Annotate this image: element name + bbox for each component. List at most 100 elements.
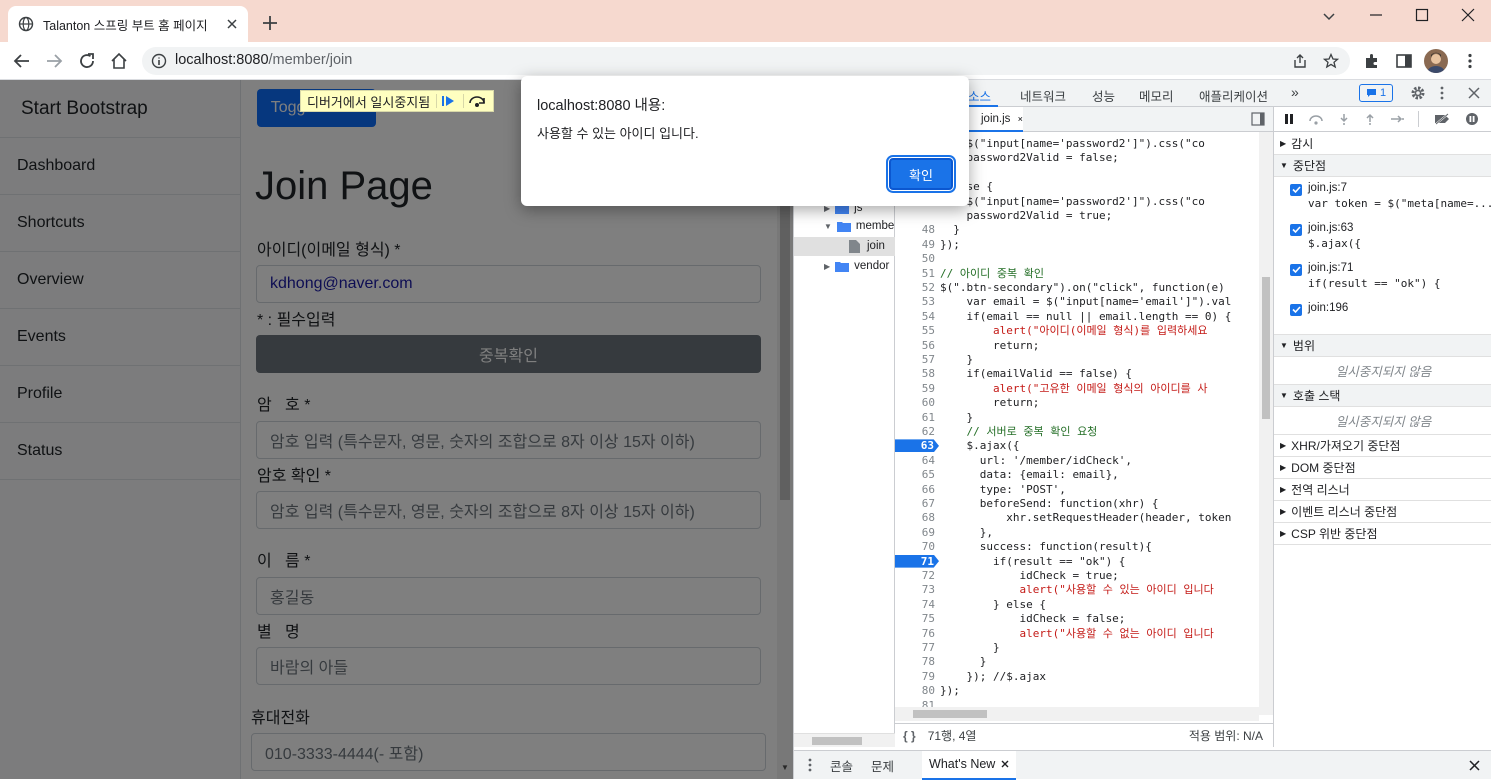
line-number[interactable]: 70: [895, 540, 935, 554]
breakpoint-item[interactable]: join.js:7 var token = $("meta[name=...: [1290, 182, 1491, 210]
step-over-icon[interactable]: [463, 94, 486, 108]
section-event-listener-breakpoints[interactable]: ▶ 이벤트 리스너 중단점: [1274, 501, 1491, 523]
close-window-icon[interactable]: [1461, 8, 1475, 22]
section-call-stack[interactable]: ▼ 호출 스택: [1274, 385, 1491, 407]
line-number[interactable]: 48: [895, 223, 935, 237]
line-number[interactable]: 54: [895, 310, 935, 324]
checkbox-checked-icon[interactable]: [1290, 303, 1302, 316]
bookmark-star-icon[interactable]: [1323, 53, 1339, 69]
tab-performance[interactable]: 성능: [1092, 86, 1115, 105]
line-number[interactable]: 65: [895, 468, 935, 482]
line-number[interactable]: 49: [895, 238, 935, 252]
line-number[interactable]: 67: [895, 497, 935, 511]
close-file-tab-icon[interactable]: [1018, 115, 1023, 123]
breakpoint-item[interactable]: join.js:63 $.ajax({: [1290, 222, 1361, 250]
section-breakpoints[interactable]: ▼ 중단점: [1274, 155, 1491, 177]
toggle-debugger-icon[interactable]: [1251, 112, 1265, 126]
pause-on-exceptions-icon[interactable]: [1465, 112, 1479, 126]
line-number[interactable]: 55: [895, 324, 935, 338]
tree-item-join-selected[interactable]: join: [794, 237, 895, 256]
pause-icon[interactable]: [1284, 113, 1294, 125]
line-number[interactable]: 77: [895, 641, 935, 655]
line-number[interactable]: 64: [895, 454, 935, 468]
checkbox-checked-icon[interactable]: [1290, 263, 1302, 276]
breakpoint-item[interactable]: join:196: [1290, 302, 1348, 317]
drawer-tab-whats-new[interactable]: What's New: [922, 750, 1017, 780]
checkbox-checked-icon[interactable]: [1290, 223, 1302, 236]
extensions-icon[interactable]: [1358, 47, 1386, 75]
pretty-print-icon[interactable]: { }: [903, 729, 916, 743]
line-number[interactable]: 62: [895, 425, 935, 439]
step-over-icon[interactable]: [1308, 113, 1324, 125]
section-dom-breakpoints[interactable]: ▶ DOM 중단점: [1274, 457, 1491, 479]
step-icon[interactable]: [1390, 113, 1404, 125]
line-number[interactable]: 78: [895, 655, 935, 669]
dialog-ok-button[interactable]: 확인: [886, 155, 956, 193]
section-watch[interactable]: ▶ 감시: [1274, 133, 1491, 155]
new-tab-icon[interactable]: [262, 15, 278, 31]
close-drawer-tab-icon[interactable]: [1001, 760, 1009, 768]
deactivate-breakpoints-icon[interactable]: [1433, 113, 1451, 125]
tab-network[interactable]: 네트워크: [1020, 86, 1066, 105]
profile-avatar[interactable]: [1424, 49, 1448, 73]
line-number[interactable]: 58: [895, 367, 935, 381]
maximize-icon[interactable]: [1415, 8, 1429, 22]
section-xhr-breakpoints[interactable]: ▶ XHR/가져오기 중단점: [1274, 435, 1491, 457]
breakpoint-marker[interactable]: 63: [895, 439, 939, 453]
line-number[interactable]: 76: [895, 627, 935, 641]
line-number[interactable]: 80: [895, 684, 935, 698]
address-bar[interactable]: localhost:8080/member/join: [142, 47, 1350, 75]
tab-application[interactable]: 애플리케이션: [1199, 86, 1268, 105]
checkbox-checked-icon[interactable]: [1290, 183, 1302, 196]
info-icon[interactable]: [151, 53, 167, 69]
drawer-tab-issues[interactable]: 문제: [871, 756, 894, 775]
drawer-tab-console[interactable]: 콘솔: [830, 756, 853, 775]
resume-icon[interactable]: [436, 94, 457, 108]
browser-tab[interactable]: Talanton 스프링 부트 홈 페이지: [8, 6, 248, 42]
editor-hscrollbar[interactable]: [895, 707, 1259, 721]
line-number[interactable]: 73: [895, 583, 935, 597]
navigator-hscrollbar[interactable]: [794, 733, 895, 747]
forward-icon[interactable]: [40, 47, 68, 75]
section-csp-breakpoints[interactable]: ▶ CSP 위반 중단점: [1274, 523, 1491, 545]
close-devtools-icon[interactable]: [1468, 87, 1480, 99]
line-number[interactable]: 59: [895, 382, 935, 396]
step-into-icon[interactable]: [1338, 113, 1350, 125]
breakpoint-item[interactable]: join.js:71 if(result == "ok") {: [1290, 262, 1440, 290]
code-lines[interactable]: $("input[name='password2']").css("co pas…: [895, 137, 1263, 713]
line-number[interactable]: 57: [895, 353, 935, 367]
chevron-down-icon[interactable]: [1322, 9, 1336, 23]
devtools-menu-icon[interactable]: [1439, 85, 1445, 101]
drawer-menu-icon[interactable]: [808, 758, 812, 772]
line-number[interactable]: 68: [895, 511, 935, 525]
line-number[interactable]: 56: [895, 339, 935, 353]
editor-vscrollbar[interactable]: [1259, 132, 1273, 715]
step-out-icon[interactable]: [1364, 113, 1376, 125]
settings-gear-icon[interactable]: [1410, 85, 1426, 101]
breakpoint-marker[interactable]: 71: [895, 554, 939, 568]
tab-sources[interactable]: 소스: [968, 86, 991, 105]
tree-item-member[interactable]: ▼ membe: [824, 220, 894, 232]
line-number[interactable]: 51: [895, 267, 935, 281]
close-tab-icon[interactable]: [226, 18, 238, 30]
back-icon[interactable]: [8, 47, 36, 75]
section-global-listeners[interactable]: ▶ 전역 리스너: [1274, 479, 1491, 501]
share-icon[interactable]: [1292, 53, 1308, 69]
line-number[interactable]: 79: [895, 670, 935, 684]
tree-item-vendor[interactable]: ▶ vendor: [824, 260, 889, 272]
side-panel-icon[interactable]: [1390, 47, 1418, 75]
line-number[interactable]: 50: [895, 252, 935, 266]
line-number[interactable]: 74: [895, 598, 935, 612]
line-number[interactable]: 52: [895, 281, 935, 295]
line-number[interactable]: 53: [895, 295, 935, 309]
file-tab-join-js[interactable]: join.js: [965, 107, 1023, 132]
section-scope[interactable]: ▼ 범위: [1274, 335, 1491, 357]
line-number[interactable]: 75: [895, 612, 935, 626]
more-tabs-icon[interactable]: »: [1291, 84, 1299, 100]
line-number[interactable]: 66: [895, 483, 935, 497]
close-drawer-icon[interactable]: [1469, 759, 1480, 771]
line-number[interactable]: 72: [895, 569, 935, 583]
home-icon[interactable]: [105, 47, 133, 75]
reload-icon[interactable]: [73, 47, 101, 75]
tab-memory[interactable]: 메모리: [1139, 86, 1174, 105]
